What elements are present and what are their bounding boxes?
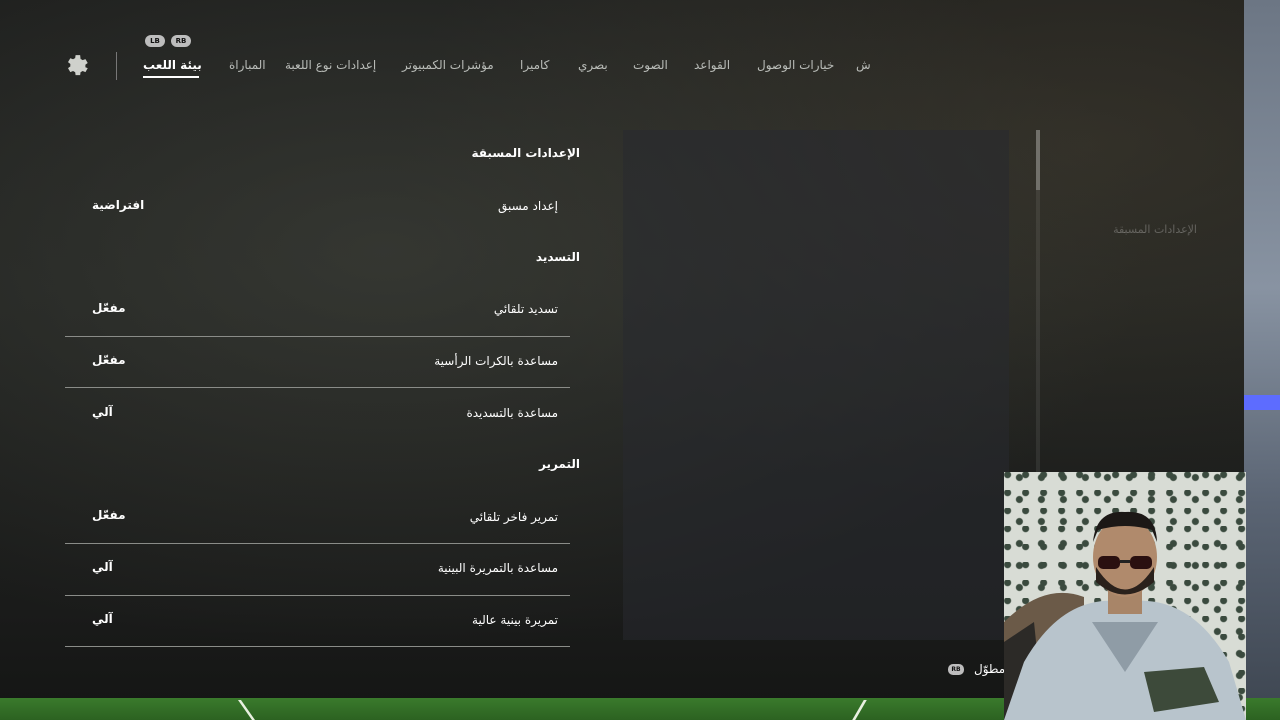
faded-sidebar: الإعدادات المسبقة xyxy=(1040,130,1245,470)
row-divider xyxy=(65,336,570,337)
tab-cpu-indicators[interactable]: مؤشرات الكمبيوتر xyxy=(402,58,494,72)
faded-sidebar-title: الإعدادات المسبقة xyxy=(1113,223,1197,236)
row-value-through-pass-assist[interactable]: آلي xyxy=(92,560,113,574)
row-label-shot-assist: مساعدة بالتسديدة xyxy=(466,406,558,420)
button-hint-label: مطوّل xyxy=(974,662,1006,676)
tab-gameplay-environment[interactable]: بيئة اللعب xyxy=(143,58,202,72)
gear-icon[interactable] xyxy=(64,53,90,79)
row-value-auto-flair-pass[interactable]: مفعّل xyxy=(92,508,126,522)
active-tab-indicator xyxy=(143,76,199,78)
description-panel xyxy=(623,130,1009,640)
row-label-header-assist: مساعدة بالكرات الرأسية xyxy=(434,354,558,368)
tab-audio[interactable]: الصوت xyxy=(633,58,668,72)
section-title-shooting: التسديد xyxy=(535,250,580,264)
tab-visual[interactable]: بصري xyxy=(578,58,608,72)
row-label-lobbed-through-pass: تمريرة بينية عالية xyxy=(472,613,558,627)
background-stripe-band xyxy=(1244,395,1280,410)
rb-bumper-icon: RB xyxy=(171,35,191,47)
row-label-through-pass-assist: مساعدة بالتمريرة البينية xyxy=(437,561,558,575)
background-stripe xyxy=(1244,0,1280,720)
row-divider xyxy=(65,387,570,388)
tab-rules[interactable]: القواعد xyxy=(694,58,730,72)
tab-accessibility[interactable]: خيارات الوصول xyxy=(757,58,834,72)
tab-camera[interactable]: كاميرا xyxy=(520,58,549,72)
section-title-presets: الإعدادات المسبقة xyxy=(471,146,581,160)
row-divider xyxy=(65,646,570,647)
row-label-auto-shooting: تسديد تلقائي xyxy=(493,302,558,316)
row-divider xyxy=(65,543,570,544)
webcam-overlay xyxy=(1004,472,1246,720)
tab-match[interactable]: المباراة xyxy=(229,58,266,72)
lb-bumper-icon: LB xyxy=(145,35,165,47)
tab-game-mode-settings[interactable]: إعدادات نوع اللعبة xyxy=(285,58,376,72)
tab-truncated[interactable]: ش xyxy=(856,58,871,72)
row-divider xyxy=(65,595,570,596)
row-label-auto-flair-pass: تمرير فاخر تلقائي xyxy=(469,510,558,524)
nav-separator xyxy=(116,52,117,80)
row-value-header-assist[interactable]: مفعّل xyxy=(92,353,126,367)
row-value-preset[interactable]: افتراضية xyxy=(92,198,144,212)
row-label-preset: إعداد مسبق xyxy=(497,199,558,213)
row-value-auto-shooting[interactable]: مفعّل xyxy=(92,301,126,315)
rb-button-icon: RB xyxy=(948,664,964,675)
section-title-passing: التمرير xyxy=(539,457,580,471)
streamer-figure-icon xyxy=(1004,511,1246,720)
row-value-lobbed-through-pass[interactable]: آلي xyxy=(92,612,113,626)
top-nav-bar: LB RB بيئة اللعب المباراة إعدادات نوع ال… xyxy=(0,0,1240,110)
row-value-shot-assist[interactable]: آلي xyxy=(92,405,113,419)
